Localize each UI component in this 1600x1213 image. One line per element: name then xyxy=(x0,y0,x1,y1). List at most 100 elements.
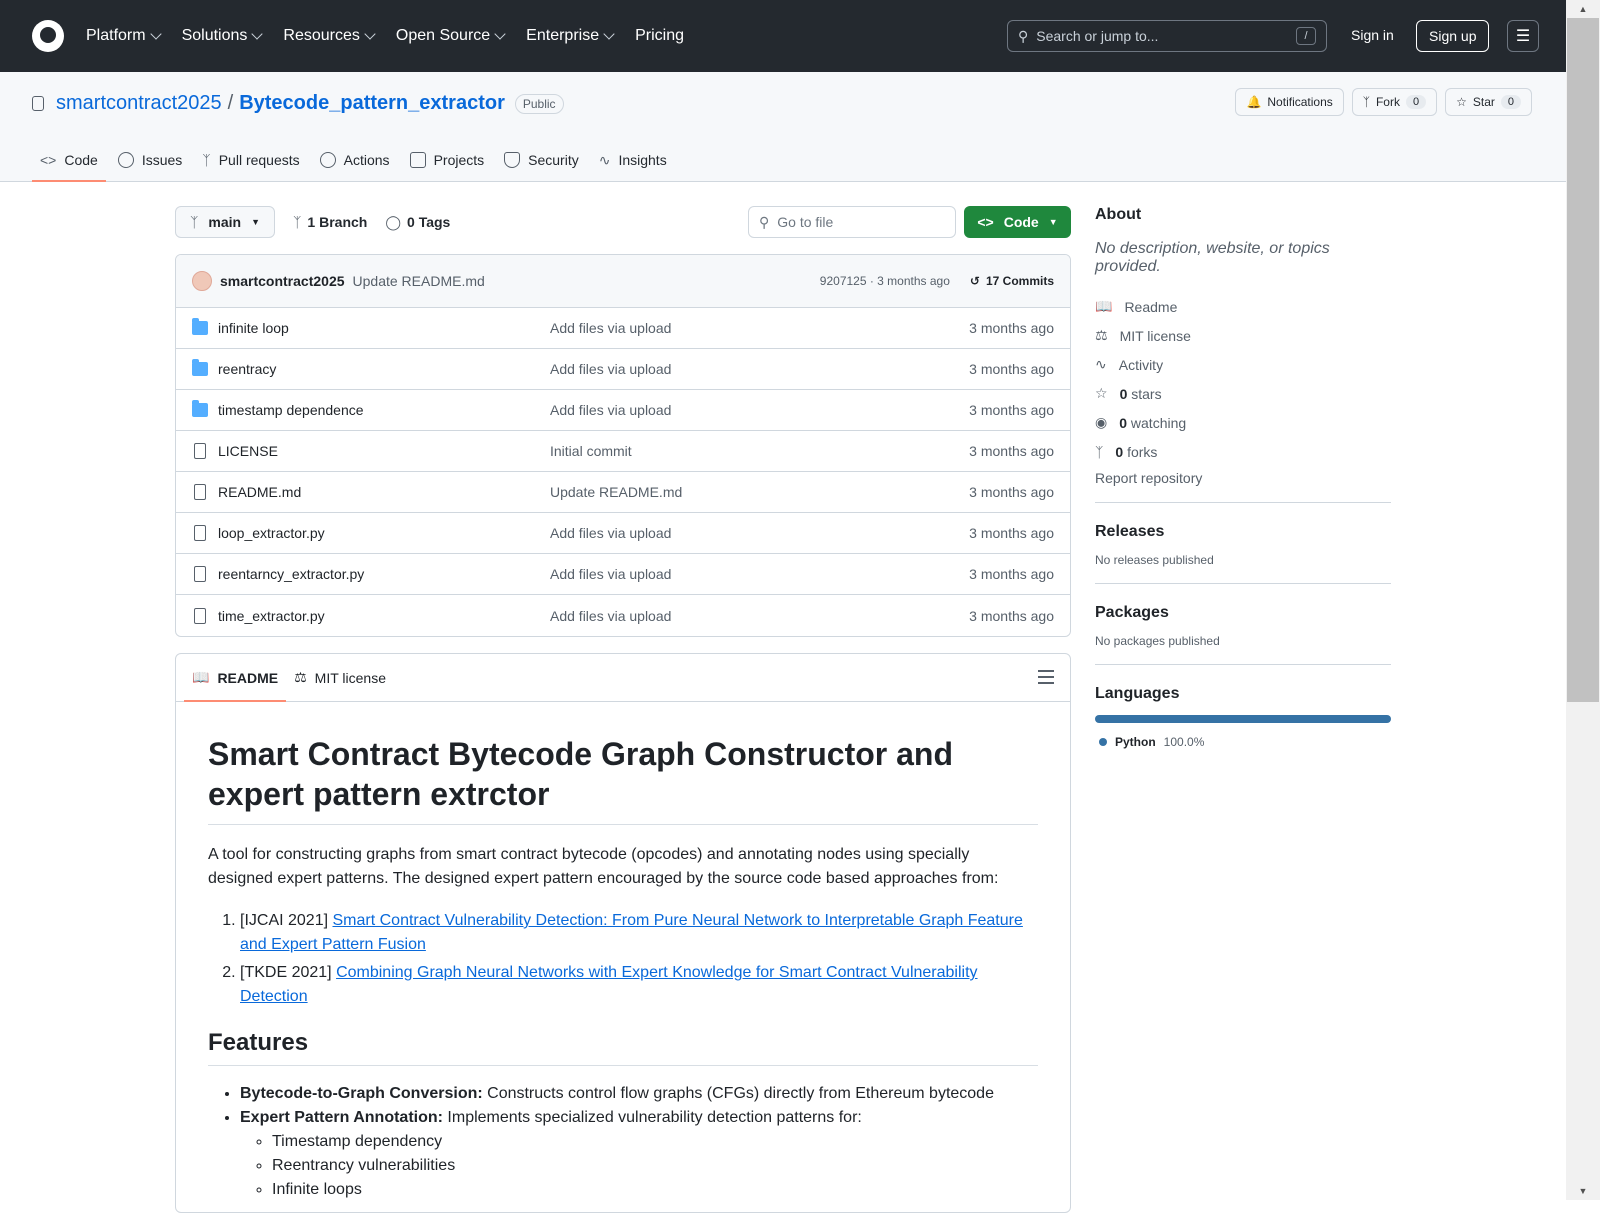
sign-up-button[interactable]: Sign up xyxy=(1416,20,1490,52)
tab-actions[interactable]: Actions xyxy=(312,138,398,182)
tab-label: Insights xyxy=(618,152,667,168)
repo-description: No description, website, or topics provi… xyxy=(1095,240,1330,275)
pull-request-icon: ᛉ xyxy=(202,152,211,168)
branch-selector[interactable]: ᛉ main ▼ xyxy=(175,206,276,238)
code-icon: <> xyxy=(40,152,57,168)
chevron-down-icon xyxy=(603,27,615,40)
vertical-scrollbar[interactable]: ▲ ▼ xyxy=(1566,0,1600,1200)
commits-link[interactable]: ↺ 17 Commits xyxy=(970,274,1054,288)
repo-header: smartcontract2025 / Bytecode_pattern_ext… xyxy=(0,72,1566,182)
table-row[interactable]: LICENSE Initial commit 3 months ago xyxy=(176,431,1070,472)
releases-heading[interactable]: Releases xyxy=(1095,523,1391,541)
readme-link[interactable]: 📖 Readme xyxy=(1095,292,1391,321)
file-name-link[interactable]: loop_extractor.py xyxy=(218,525,550,541)
scroll-up-arrow-icon[interactable]: ▲ xyxy=(1566,0,1600,18)
nav-open-source[interactable]: Open Source xyxy=(396,27,506,45)
packages-heading[interactable]: Packages xyxy=(1095,604,1391,622)
code-dropdown-button[interactable]: <> Code ▼ xyxy=(964,206,1071,238)
commit-message-link[interactable]: Update README.md xyxy=(353,273,485,289)
repo-name-link[interactable]: Bytecode_pattern_extractor xyxy=(239,92,505,115)
file-commit-message-link[interactable]: Initial commit xyxy=(550,443,632,459)
commit-sha-time[interactable]: 9207125 · 3 months ago xyxy=(820,274,950,288)
forks-link[interactable]: ᛉ0 forks xyxy=(1095,437,1391,466)
branches-link[interactable]: ᛉ 1 Branch xyxy=(293,214,367,230)
stars-link[interactable]: ☆ 0 stars xyxy=(1095,379,1391,408)
language-bar xyxy=(1095,715,1391,723)
repo-owner-link[interactable]: smartcontract2025 xyxy=(56,92,222,115)
watching-link[interactable]: ◉ 0 watching xyxy=(1095,408,1391,437)
nav-resources[interactable]: Resources xyxy=(283,27,376,45)
file-commit-message-link[interactable]: Add files via upload xyxy=(550,402,671,418)
file-name-link[interactable]: LICENSE xyxy=(218,443,550,459)
nav-solutions[interactable]: Solutions xyxy=(182,27,264,45)
table-row[interactable]: infinite loop Add files via upload 3 month… xyxy=(176,308,1070,349)
file-commit-time: 3 months ago xyxy=(969,484,1054,500)
search-input[interactable]: ⚲ Search or jump to... / xyxy=(1007,20,1327,52)
tab-pull-requests[interactable]: ᛉ Pull requests xyxy=(194,138,307,182)
sign-in-link[interactable]: Sign in xyxy=(1351,27,1394,43)
commit-author-link[interactable]: smartcontract2025 xyxy=(220,273,345,289)
nav-pricing[interactable]: Pricing xyxy=(635,27,684,45)
fork-button[interactable]: ᛉ Fork 0 xyxy=(1351,88,1438,116)
file-commit-message-link[interactable]: Add files via upload xyxy=(550,361,671,377)
report-repository-link[interactable]: Report repository xyxy=(1095,470,1391,503)
eye-icon: ◉ xyxy=(1095,414,1108,430)
sliders-menu-icon[interactable]: ☰ xyxy=(1507,20,1539,52)
file-name-link[interactable]: reentarncy_extractor.py xyxy=(218,566,550,582)
tab-issues[interactable]: Issues xyxy=(110,138,190,182)
language-item[interactable]: Python 100.0% xyxy=(1095,735,1391,749)
table-row[interactable]: loop_extractor.py Add files via upload 3 m… xyxy=(176,513,1070,554)
file-name-link[interactable]: README.md xyxy=(218,484,550,500)
branch-icon: ᛉ xyxy=(293,214,302,230)
table-row[interactable]: timestamp dependence Add files via upload… xyxy=(176,390,1070,431)
stars-count: 0 xyxy=(1119,385,1128,402)
watching-label: watching xyxy=(1130,414,1187,431)
branch-name: main xyxy=(208,214,242,230)
license-label: MIT license xyxy=(1119,327,1191,344)
features-list: Bytecode-to-Graph Conversion: Constructs… xyxy=(208,1082,1038,1202)
file-toolbar: ᛉ main ▼ ᛉ 1 Branch ◯ 0 Tags ⚲ Go to file <> C… xyxy=(175,206,1071,238)
chevron-down-icon xyxy=(149,27,162,40)
file-commit-message-link[interactable]: Update README.md xyxy=(550,484,682,500)
activity-link[interactable]: ∿ Activity xyxy=(1095,350,1391,379)
go-to-file-input[interactable]: ⚲ Go to file xyxy=(748,206,956,238)
file-commit-message-link[interactable]: Add files via upload xyxy=(550,525,671,541)
tab-license[interactable]: ⚖ MIT license xyxy=(286,654,394,702)
scroll-down-arrow-icon[interactable]: ▼ xyxy=(1566,1182,1600,1200)
table-row[interactable]: README.md Update README.md 3 months ago xyxy=(176,472,1070,513)
tags-link[interactable]: ◯ 0 Tags xyxy=(385,214,450,231)
star-button[interactable]: ☆ Star 0 xyxy=(1445,88,1532,116)
tab-projects[interactable]: Projects xyxy=(402,138,493,182)
avatar[interactable] xyxy=(192,271,212,291)
file-name-link[interactable]: time_extractor.py xyxy=(218,608,550,624)
nav-platform[interactable]: Platform xyxy=(86,27,162,45)
file-name-link[interactable]: timestamp dependence xyxy=(218,402,550,418)
file-name-link[interactable]: reentracy xyxy=(218,361,550,377)
file-name-link[interactable]: infinite loop xyxy=(218,320,550,336)
star-icon: ☆ xyxy=(1095,385,1108,401)
nav-enterprise[interactable]: Enterprise xyxy=(526,27,615,45)
table-row[interactable]: reentarncy_extractor.py Add files via upl… xyxy=(176,554,1070,595)
file-commit-message-link[interactable]: Add files via upload xyxy=(550,566,671,582)
folder-icon xyxy=(192,318,208,335)
scrollbar-thumb[interactable] xyxy=(1567,18,1599,702)
repo-actions: 🔔 Notifications ᛉ Fork 0 ☆ Star 0 xyxy=(1235,88,1532,116)
table-row[interactable]: reentracy Add files via upload 3 months ag… xyxy=(176,349,1070,390)
star-label: Star xyxy=(1472,95,1495,109)
table-row[interactable]: time_extractor.py Add files via upload 3 m… xyxy=(176,595,1070,636)
tab-security[interactable]: Security xyxy=(496,138,587,182)
notifications-button[interactable]: 🔔 Notifications xyxy=(1235,88,1344,116)
chevron-down-icon xyxy=(494,27,506,40)
github-logo-icon[interactable] xyxy=(32,20,64,52)
tab-code[interactable]: <> Code xyxy=(32,138,106,182)
branches-label: 1 Branch xyxy=(307,214,368,230)
watching-count: 0 xyxy=(1119,414,1128,431)
table-of-contents-icon[interactable] xyxy=(1038,670,1054,684)
ref-link[interactable]: Smart Contract Vulnerability Detection: … xyxy=(240,912,1023,953)
tab-insights[interactable]: ∿ Insights xyxy=(591,138,675,182)
file-commit-message-link[interactable]: Add files via upload xyxy=(550,608,671,624)
file-commit-message-link[interactable]: Add files via upload xyxy=(550,320,671,336)
tab-readme[interactable]: 📖 README xyxy=(184,654,287,702)
ref-link[interactable]: Combining Graph Neural Networks with Exp… xyxy=(240,964,978,1005)
license-link[interactable]: ⚖ MIT license xyxy=(1095,321,1391,350)
